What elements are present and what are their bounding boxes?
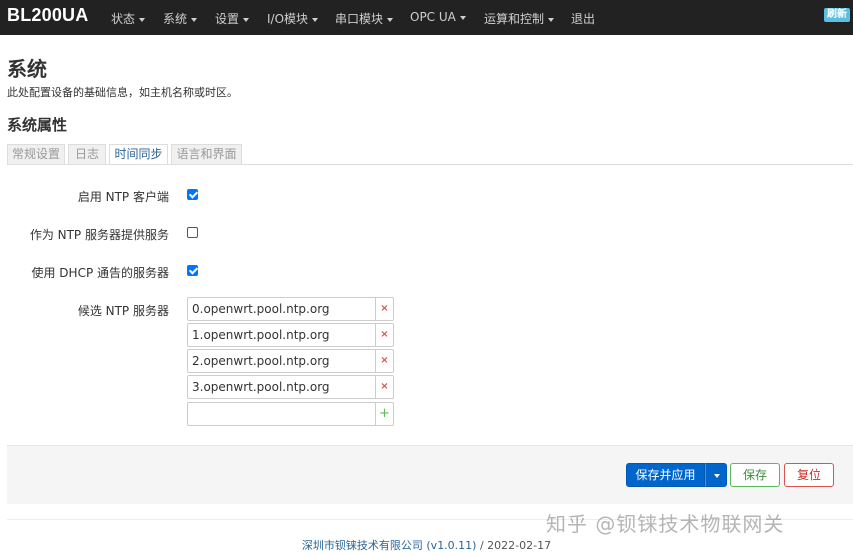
chevron-down-icon — [139, 17, 146, 22]
ntp-server-input[interactable] — [187, 375, 375, 399]
chevron-down-icon — [387, 17, 394, 22]
candidate-ntp-servers-label: 候选 NTP 服务器 — [77, 304, 169, 318]
remove-icon[interactable]: × — [375, 297, 394, 321]
ntp-server-input[interactable] — [187, 297, 375, 321]
ntp-server-row: × — [187, 349, 394, 373]
footer-separator: / — [476, 539, 488, 552]
refresh-badge[interactable]: 刷新 — [824, 8, 850, 22]
tab-general[interactable]: 常规设置 — [7, 144, 65, 164]
nav-menu-system[interactable]: 系统 — [163, 10, 198, 27]
footer: 深圳市钡铼技术有限公司 (v1.0.11) / 2022-02-17 — [0, 537, 853, 553]
nav-menu-status[interactable]: 状态 — [111, 10, 146, 27]
save-apply-dropdown-button[interactable] — [705, 463, 727, 487]
tab-time-sync[interactable]: 时间同步 — [109, 144, 168, 165]
chevron-down-icon — [243, 17, 250, 22]
page-title: 系统 — [7, 57, 47, 81]
company-link[interactable]: 深圳市钡铼技术有限公司 (v1.0.11) — [302, 539, 477, 552]
chevron-down-icon — [312, 17, 319, 22]
ntp-server-new-row: + — [187, 402, 394, 426]
brand-logo[interactable]: BL200UA — [7, 5, 88, 26]
enable-ntp-client-label: 启用 NTP 客户端 — [77, 190, 169, 204]
chevron-down-icon — [548, 17, 555, 22]
ntp-server-row: × — [187, 297, 394, 321]
ntp-server-row: × — [187, 323, 394, 347]
provide-ntp-server-label: 作为 NTP 服务器提供服务 — [29, 228, 169, 242]
nav-menu-opcua[interactable]: OPC UA — [410, 10, 466, 24]
remove-icon[interactable]: × — [375, 375, 394, 399]
provide-ntp-server-checkbox[interactable] — [187, 227, 198, 238]
ntp-server-row: × — [187, 375, 394, 399]
section-title: 系统属性 — [7, 116, 68, 134]
chevron-down-icon — [191, 17, 198, 22]
tab-log[interactable]: 日志 — [68, 144, 106, 164]
new-ntp-server-input[interactable] — [187, 402, 375, 426]
watermark: 知乎 @钡铼技术物联网关 — [546, 512, 785, 536]
nav-menu-serial-module[interactable]: 串口模块 — [335, 10, 394, 27]
page-description: 此处配置设备的基础信息，如主机名称或时区。 — [7, 86, 238, 99]
nav-menu-settings[interactable]: 设置 — [215, 10, 250, 27]
chevron-down-icon — [714, 474, 720, 478]
add-icon[interactable]: + — [375, 402, 394, 426]
tabs-divider — [7, 164, 853, 165]
ntp-server-input[interactable] — [187, 323, 375, 347]
save-apply-button[interactable]: 保存并应用 — [626, 463, 705, 487]
chevron-down-icon — [459, 15, 466, 20]
use-dhcp-servers-checkbox[interactable] — [187, 265, 198, 276]
use-dhcp-servers-label: 使用 DHCP 通告的服务器 — [31, 266, 169, 280]
save-button[interactable]: 保存 — [730, 463, 780, 487]
ntp-server-input[interactable] — [187, 349, 375, 373]
nav-menu-logout[interactable]: 退出 — [571, 10, 595, 27]
top-navbar: BL200UA 状态 系统 设置 I/O模块 串口模块 OPC UA 运算和控制… — [0, 0, 853, 35]
action-bar: 保存并应用 保存 复位 — [7, 445, 853, 504]
tab-language-ui[interactable]: 语言和界面 — [171, 144, 242, 164]
remove-icon[interactable]: × — [375, 323, 394, 347]
nav-menu-logic-control[interactable]: 运算和控制 — [484, 10, 555, 27]
remove-icon[interactable]: × — [375, 349, 394, 373]
enable-ntp-client-checkbox[interactable] — [187, 189, 198, 200]
reset-button[interactable]: 复位 — [784, 463, 834, 487]
footer-date: 2022-02-17 — [487, 539, 552, 552]
nav-menu-io-module[interactable]: I/O模块 — [267, 10, 319, 27]
